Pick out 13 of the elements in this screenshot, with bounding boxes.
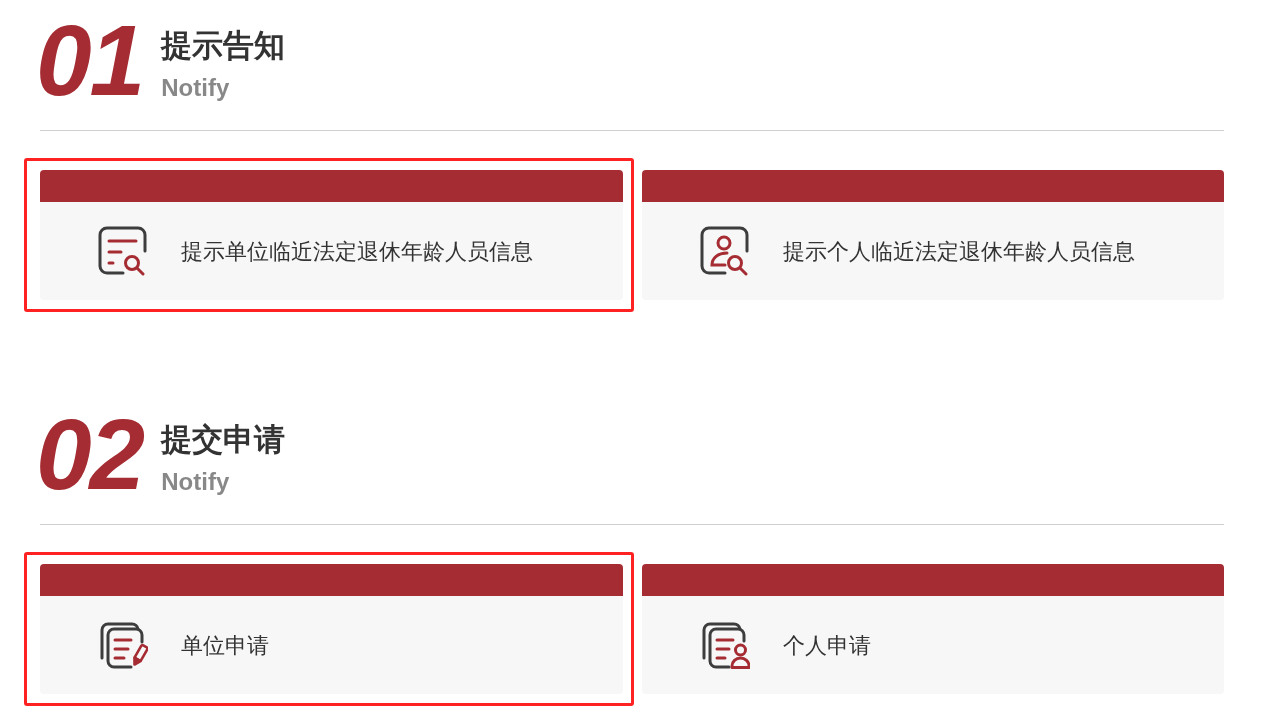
section-title: 提示告知 <box>161 27 286 65</box>
section-subtitle: Notify <box>161 468 231 496</box>
documents-pencil-icon <box>98 620 148 670</box>
section-subtitle: Notify <box>161 74 231 102</box>
person-search-icon <box>699 226 750 276</box>
service-card[interactable]: 提示单位临近法定退休年龄人员信息 <box>40 170 623 300</box>
section-number: 02 <box>36 404 145 504</box>
service-card[interactable]: 个人申请 <box>641 564 1224 694</box>
service-card[interactable]: 提示个人临近法定退休年龄人员信息 <box>641 170 1224 300</box>
document-search-icon <box>98 226 148 276</box>
section-title: 提交申请 <box>161 421 286 459</box>
section-number: 01 <box>36 10 145 110</box>
service-card[interactable]: 单位申请 <box>40 564 623 694</box>
